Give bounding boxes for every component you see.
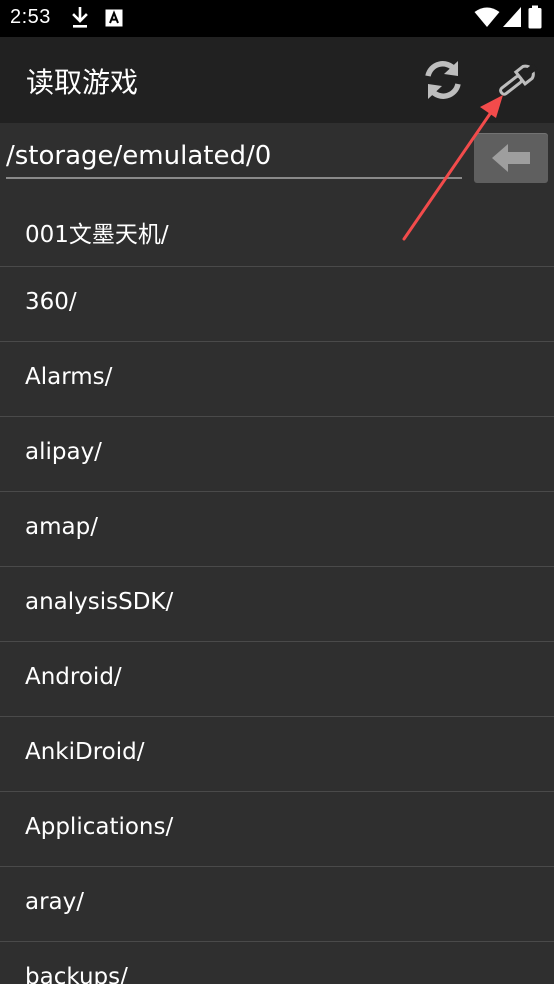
wifi-icon: [474, 6, 500, 32]
refresh-icon: [425, 61, 461, 99]
refresh-button[interactable]: [420, 57, 466, 103]
back-arrow-icon: [492, 144, 530, 172]
list-item[interactable]: amap/: [0, 492, 554, 567]
list-item[interactable]: AnkiDroid/: [0, 717, 554, 792]
status-time: 2:53: [10, 6, 51, 28]
list-item[interactable]: 001文墨天机/: [0, 193, 554, 267]
page-title: 读取游戏: [26, 66, 139, 99]
list-item[interactable]: Applications/: [0, 792, 554, 867]
list-item[interactable]: aray/: [0, 867, 554, 942]
path-text: /storage/emulated/0: [6, 141, 272, 171]
list-item[interactable]: Alarms/: [0, 342, 554, 417]
screen: 2:53 读取游戏 /storage/emulated/0 001文墨天机/ 3…: [0, 0, 554, 984]
app-bar: 读取游戏: [0, 37, 554, 123]
file-name: analysisSDK/: [25, 589, 174, 615]
list-item[interactable]: analysisSDK/: [0, 567, 554, 642]
path-input[interactable]: /storage/emulated/0: [6, 137, 462, 179]
settings-wrench-button[interactable]: [494, 57, 540, 103]
list-item[interactable]: alipay/: [0, 417, 554, 492]
a-notification-icon: [104, 7, 124, 33]
file-name: 360/: [25, 289, 77, 315]
status-bar: 2:53: [0, 0, 554, 37]
file-name: Android/: [25, 664, 122, 690]
file-name: aray/: [25, 889, 85, 915]
file-name: Alarms/: [25, 364, 113, 390]
download-icon: [70, 6, 90, 33]
signal-icon: [502, 6, 522, 32]
path-bar: /storage/emulated/0: [0, 123, 554, 193]
list-item[interactable]: 360/: [0, 267, 554, 342]
file-name: 001文墨天机/: [25, 222, 169, 248]
list-item[interactable]: backups/: [0, 942, 554, 984]
back-button[interactable]: [474, 133, 548, 183]
file-list: 001文墨天机/ 360/ Alarms/ alipay/ amap/ anal…: [0, 193, 554, 984]
list-item[interactable]: Android/: [0, 642, 554, 717]
file-name: Applications/: [25, 814, 174, 840]
wrench-icon: [499, 63, 538, 96]
battery-icon: [528, 5, 542, 33]
file-name: amap/: [25, 514, 98, 540]
file-name: AnkiDroid/: [25, 739, 145, 765]
file-name: backups/: [25, 964, 128, 984]
file-name: alipay/: [25, 439, 102, 465]
